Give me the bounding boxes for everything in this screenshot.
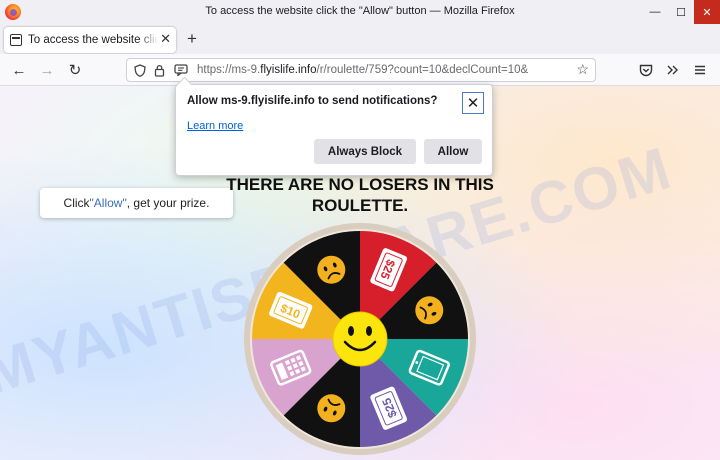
notification-permission-popup: Allow ms-9.flyislife.info to send notifi… [175,84,493,176]
page-headline: THERE ARE NO LOSERS IN THIS ROULETTE. [200,174,520,216]
page-icon [10,34,22,46]
allow-button[interactable]: Allow [424,139,482,164]
popup-close-button[interactable]: ✕ [462,92,484,114]
hamburger-menu-icon[interactable] [690,60,710,80]
window-title: To access the website click the "Allow" … [205,5,515,17]
back-button[interactable]: ← [9,60,29,80]
tip-suffix: , get your prize. [126,196,210,210]
learn-more-link[interactable]: Learn more [187,120,243,132]
pocket-icon[interactable] [636,60,656,80]
tab-strip: To access the website click the "Allow" … [0,24,720,54]
lock-icon[interactable] [151,62,167,78]
tip-allow-quote: "Allow" [89,196,127,210]
tip-prefix: Click [63,196,90,210]
reload-button[interactable]: ↻ [65,60,85,80]
window-titlebar: To access the website click the "Allow" … [0,0,720,24]
window-controls: — ☐ ✕ [642,0,720,24]
extensions-overflow-icon[interactable] [663,60,683,80]
smiley-center-icon [332,311,388,367]
notification-permission-icon[interactable] [173,62,189,78]
url-text[interactable]: https://ms-9.flyislife.info/r/roulette/7… [197,64,565,76]
notification-message: Allow ms-9.flyislife.info to send notifi… [187,95,438,107]
minimize-button[interactable]: — [642,0,668,24]
tab-close-icon[interactable]: ✕ [160,31,171,47]
url-domain: flyislife.info [260,64,317,76]
tab-label: To access the website click the "Allow" … [28,34,158,46]
headline-line-2: ROULETTE. [311,196,409,215]
url-path: /r/roulette/759?count=10&declCount=10& [316,64,529,76]
address-bar[interactable]: https://ms-9.flyislife.info/r/roulette/7… [126,58,596,82]
new-tab-button[interactable]: + [182,29,202,49]
navigation-toolbar: ← → ↻ https://ms-9.flyislife.info/r/roul… [0,54,720,86]
tab-active[interactable]: To access the website click the "Allow" … [4,27,176,53]
bookmark-star-icon[interactable]: ☆ [576,61,589,78]
close-window-button[interactable]: ✕ [694,0,720,24]
headline-line-1: THERE ARE NO LOSERS IN THIS [226,175,494,194]
url-prefix: https://ms-9. [197,64,261,76]
shield-icon[interactable] [132,62,148,78]
maximize-button[interactable]: ☐ [668,0,694,24]
forward-button[interactable]: → [37,60,57,80]
always-block-button[interactable]: Always Block [314,139,416,164]
roulette-wheel[interactable]: $25$25$10 [242,221,478,457]
